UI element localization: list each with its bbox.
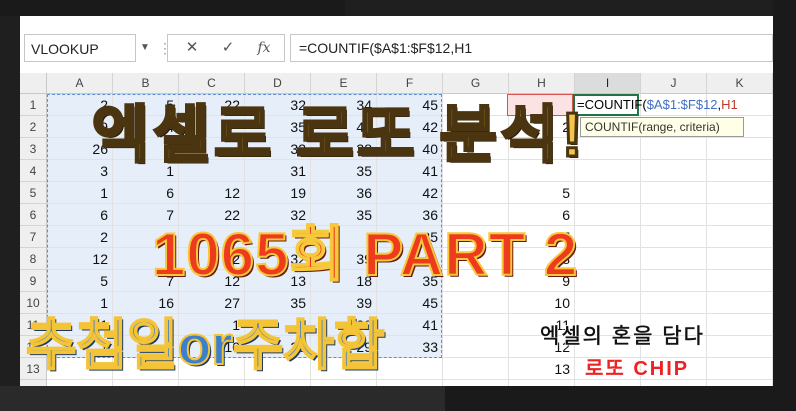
cell-j6[interactable] [641,204,707,226]
cell-j9[interactable] [641,270,707,292]
cell-i9[interactable] [575,270,641,292]
column-header-k[interactable]: K [707,73,773,94]
background-dark-strip-bottom-left [0,386,445,411]
cell-k12[interactable] [707,336,773,358]
cell-g5[interactable] [443,182,509,204]
cell-k6[interactable] [707,204,773,226]
row-header-1[interactable]: 1 [20,94,47,116]
cell-j8[interactable] [641,248,707,270]
cell-g12[interactable] [443,336,509,358]
formula-input[interactable]: =COUNTIF($A$1:$F$12,H1 [290,34,773,62]
cell-j7[interactable] [641,226,707,248]
overlay-round: 1065회 PART 2 [151,220,579,289]
cell-f5[interactable]: 42 [377,182,443,204]
formula-bar-grip-icon: ⋮ [158,40,172,56]
cell-h14[interactable] [509,380,575,386]
cell-j4[interactable] [641,160,707,182]
cell-c5[interactable]: 12 [179,182,245,204]
cell-c14[interactable] [179,380,245,386]
row-header-6[interactable]: 6 [20,204,47,226]
cell-i10[interactable] [575,292,641,314]
cell-b14[interactable] [113,380,179,386]
cell-g11[interactable] [443,314,509,336]
function-tooltip: COUNTIF(range, criteria) [580,117,744,137]
row-header-2[interactable]: 2 [20,116,47,138]
cell-k7[interactable] [707,226,773,248]
cell-f13[interactable] [377,358,443,380]
cell-j3[interactable] [641,138,707,160]
name-box[interactable]: VLOOKUP [24,34,136,62]
cell-b5[interactable]: 6 [113,182,179,204]
cell-i8[interactable] [575,248,641,270]
cell-d5[interactable]: 19 [245,182,311,204]
row-header-5[interactable]: 5 [20,182,47,204]
select-all-corner[interactable] [20,73,47,94]
cell-k10[interactable] [707,292,773,314]
cell-j10[interactable] [641,292,707,314]
name-box-dropdown-icon[interactable]: ▼ [140,38,152,58]
cell-k9[interactable] [707,270,773,292]
cell-f14[interactable] [377,380,443,386]
formula-function-text: =COUNTIF( [577,97,647,112]
cell-g14[interactable] [443,380,509,386]
cancel-icon[interactable]: ✕ [176,35,208,61]
cell-a5[interactable]: 1 [47,182,113,204]
row-header-3[interactable]: 3 [20,138,47,160]
cell-k5[interactable] [707,182,773,204]
cell-j5[interactable] [641,182,707,204]
cell-k4[interactable] [707,160,773,182]
cell-k3[interactable] [707,138,773,160]
cell-g10[interactable] [443,292,509,314]
cell-g13[interactable] [443,358,509,380]
background-dark-strip-top [0,0,345,16]
cell-f11[interactable]: 41 [377,314,443,336]
cell-f12[interactable]: 33 [377,336,443,358]
overlay-subtitle: 추첨일or주차합 [25,313,386,377]
cell-i6[interactable] [575,204,641,226]
cell-i5[interactable] [575,182,641,204]
formula-bar: VLOOKUP ▼ ⋮ ✕ ✓ fx =COUNTIF($A$1:$F$12,H… [20,16,773,73]
cell-k11[interactable] [707,314,773,336]
formula-criteria-ref: H1 [721,97,738,112]
cell-i7[interactable] [575,226,641,248]
formula-range-ref: $A$1:$F$12 [646,97,718,112]
cell-k8[interactable] [707,248,773,270]
row-header-9[interactable]: 9 [20,270,47,292]
insert-function-icon[interactable]: fx [248,35,280,61]
cell-a6[interactable]: 6 [47,204,113,226]
background-dark-strip-right [773,0,796,411]
row-header-4[interactable]: 4 [20,160,47,182]
formula-buttons: ✕ ✓ fx [167,34,285,62]
enter-icon[interactable]: ✓ [212,35,244,61]
overlay-title: 엑셀로 로또 분석! [90,100,587,172]
overlay-tagline: 엑셀의 혼을 담다 [540,325,705,349]
cell-h10[interactable]: 10 [509,292,575,314]
cell-a8[interactable]: 12 [47,248,113,270]
cell-h13[interactable]: 13 [509,358,575,380]
cell-k14[interactable] [707,380,773,386]
cell-e14[interactable] [311,380,377,386]
cell-a9[interactable]: 5 [47,270,113,292]
cell-f10[interactable]: 45 [377,292,443,314]
cell-k13[interactable] [707,358,773,380]
row-header-14[interactable]: 14 [20,380,47,386]
cell-h5[interactable]: 5 [509,182,575,204]
overlay-brand: 로또 CHIP [585,358,690,380]
cell-d14[interactable] [245,380,311,386]
cell-a7[interactable]: 2 [47,226,113,248]
column-header-j[interactable]: J [641,73,707,94]
row-header-7[interactable]: 7 [20,226,47,248]
background-dark-strip-bottom [445,386,796,411]
row-header-8[interactable]: 8 [20,248,47,270]
cell-e5[interactable]: 36 [311,182,377,204]
cell-a14[interactable] [47,380,113,386]
